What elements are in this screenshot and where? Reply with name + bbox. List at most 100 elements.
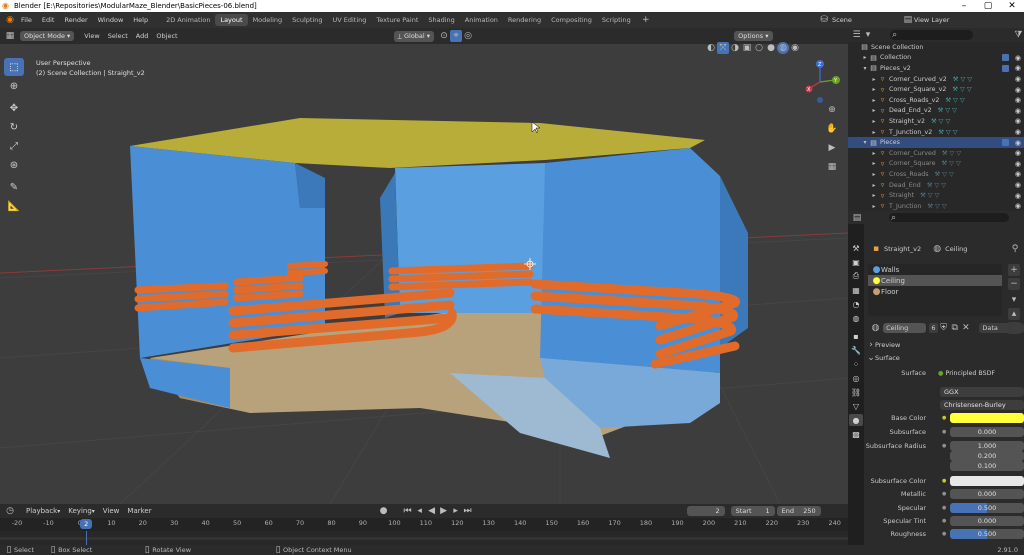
xray-icon[interactable]: ▣ — [741, 42, 753, 54]
snap-icon[interactable]: ⌖ — [450, 30, 463, 42]
outliner-row[interactable]: ▸ ▿ Straight_v2 ⚒ ▽ ▽ ◉ — [848, 116, 1024, 127]
exclude-checkbox[interactable] — [1002, 64, 1009, 72]
scene-name[interactable]: Scene — [832, 16, 852, 24]
disclosure-arrow-icon[interactable]: ▸ — [870, 96, 878, 104]
material-slot[interactable]: ● Walls — [868, 264, 1002, 275]
particles-tab-icon[interactable]: ⁘ — [849, 358, 863, 370]
numeric-field[interactable]: 0.500 — [950, 503, 1024, 513]
properties-editor-icon[interactable]: ▤ — [851, 212, 863, 224]
maximize-button[interactable]: ▢ — [976, 0, 1000, 12]
disclosure-arrow-icon[interactable]: ▸ — [861, 54, 869, 62]
subsurface-method-dropdown[interactable]: Christensen-Burley — [940, 400, 1024, 410]
end-frame-field[interactable]: End 250 — [776, 506, 821, 516]
render-tab-icon[interactable]: ▣ — [849, 256, 863, 268]
visibility-icon[interactable]: ◐ — [705, 42, 717, 54]
outliner-row[interactable]: ▸ ▿ T_Junction ⚒ ▽ ▽ ◉ — [848, 201, 1024, 212]
timeline-editor-icon[interactable]: ◷ — [4, 505, 16, 517]
workspace-tab[interactable]: Texture Paint — [371, 14, 423, 26]
visibility-eye-icon[interactable]: ◉ — [1015, 64, 1021, 72]
prev-keyframe-icon[interactable]: ◂ — [414, 505, 426, 517]
outliner-row[interactable]: ▸ ▿ Corner_Square ⚒ ▽ ▽ ◉ — [848, 159, 1024, 170]
outliner-row[interactable]: ▸ ▿ Corner_Square_v2 ⚒ ▽ ▽ ◉ — [848, 84, 1024, 95]
workspace-tab-active[interactable]: Layout — [215, 14, 248, 26]
playhead-frame-indicator[interactable]: 2 — [80, 519, 93, 529]
viewport-menu-object[interactable]: Object — [152, 32, 181, 40]
workspace-add-icon[interactable]: + — [640, 14, 652, 26]
workspace-tab[interactable]: Rendering — [503, 14, 546, 26]
menu-edit[interactable]: Edit — [37, 16, 60, 24]
visibility-eye-icon[interactable]: ◉ — [1015, 139, 1021, 147]
disclosure-arrow-icon[interactable]: ▸ — [870, 75, 878, 83]
numeric-field[interactable]: 0.000 — [950, 427, 1024, 437]
outliner-search-input[interactable]: ⌕ — [889, 30, 973, 40]
surface-panel-header[interactable]: ⌄ Surface — [864, 352, 1024, 364]
input-socket-icon[interactable]: ● — [942, 505, 946, 511]
menu-help[interactable]: Help — [128, 16, 153, 24]
exclude-checkbox[interactable] — [1002, 139, 1009, 147]
visibility-eye-icon[interactable]: ◉ — [1015, 181, 1021, 189]
material-shading-icon[interactable]: ◍ — [777, 42, 789, 54]
workspace-tab[interactable]: Animation — [460, 14, 503, 26]
outliner-row[interactable]: ▸ ▿ Dead_End_v2 ⚒ ▽ ▽ ◉ — [848, 106, 1024, 117]
rotate-tool-icon[interactable]: ↻ — [4, 118, 24, 136]
tool-tab-icon[interactable]: ⚒ — [849, 242, 863, 254]
fake-user-shield-icon[interactable]: ⛨ — [938, 322, 949, 334]
disclosure-arrow-icon[interactable]: ▸ — [870, 128, 878, 136]
visibility-eye-icon[interactable]: ◉ — [1015, 117, 1021, 125]
material-slot-active[interactable]: ● Ceiling — [868, 275, 1002, 286]
timeline-menu-marker[interactable]: Marker — [127, 507, 151, 515]
material-users-count[interactable]: 6 — [928, 323, 939, 333]
editor-type-icon[interactable]: ▦ — [4, 30, 16, 42]
numeric-field[interactable]: 0.500 — [950, 529, 1024, 539]
visibility-eye-icon[interactable]: ◉ — [1015, 75, 1021, 83]
visibility-eye-icon[interactable]: ◉ — [1015, 160, 1021, 168]
workspace-tab[interactable]: 2D Animation — [161, 14, 215, 26]
move-up-icon[interactable]: ▴ — [1008, 308, 1020, 320]
link-dropdown[interactable]: Data — [979, 323, 1024, 333]
scale-tool-icon[interactable]: ⤢ — [4, 137, 24, 155]
surface-shader-field[interactable]: ● Principled BSDF — [938, 370, 995, 377]
current-frame-field[interactable]: 2 — [686, 506, 725, 516]
next-keyframe-icon[interactable]: ▸ — [450, 505, 462, 517]
viewport-menu-view[interactable]: View — [80, 32, 103, 40]
disclosure-arrow-icon[interactable]: ▸ — [870, 181, 878, 189]
view-layer-name[interactable]: View Layer — [914, 16, 950, 24]
visibility-eye-icon[interactable]: ◉ — [1015, 149, 1021, 157]
move-tool-icon[interactable]: ✥ — [4, 99, 24, 117]
cursor-tool-icon[interactable]: ⊕ — [4, 77, 24, 95]
visibility-eye-icon[interactable]: ◉ — [1015, 54, 1021, 62]
material-slot[interactable]: ● Floor — [868, 286, 1002, 297]
menu-render[interactable]: Render — [59, 16, 92, 24]
close-button[interactable]: ✕ — [1000, 0, 1024, 12]
outliner-row[interactable]: ▸ ▿ Corner_Curved_v2 ⚒ ▽ ▽ ◉ — [848, 74, 1024, 85]
output-tab-icon[interactable]: ⎙ — [849, 270, 863, 282]
workspace-tab[interactable]: Compositing — [546, 14, 597, 26]
disclosure-arrow-icon[interactable]: ▸ — [870, 107, 878, 115]
duplicate-material-icon[interactable]: ⧉ — [949, 322, 960, 334]
visibility-eye-icon[interactable]: ◉ — [1015, 170, 1021, 178]
timeline-ruler[interactable]: -20-100102030405060708090100110120130140… — [0, 518, 848, 531]
outliner-row[interactable]: ▸ ▿ Cross_Roads_v2 ⚒ ▽ ▽ ◉ — [848, 95, 1024, 106]
3d-viewport[interactable]: ▦ Object Mode ▾ View Select Add Object ⟂… — [0, 28, 848, 504]
perspective-grid-icon[interactable]: ▦ — [826, 161, 838, 173]
material-browse-icon[interactable]: ◍ — [870, 322, 881, 334]
overlay-icon[interactable]: ◑ — [729, 42, 741, 54]
options-dropdown[interactable]: Options ▾ — [734, 31, 773, 41]
disclosure-arrow-icon[interactable]: ▸ — [870, 117, 878, 125]
outliner-row[interactable]: ▸ ▿ Cross_Roads ⚒ ▽ ▽ ◉ — [848, 169, 1024, 180]
viewport-menu-select[interactable]: Select — [104, 32, 132, 40]
play-icon[interactable]: ▶ — [438, 505, 450, 517]
workspace-tab[interactable]: Sculpting — [287, 14, 327, 26]
minimize-button[interactable]: – — [952, 0, 976, 12]
record-icon[interactable]: ● — [378, 505, 390, 517]
numeric-field[interactable]: 0.000 — [950, 516, 1024, 526]
filter-icon[interactable]: ▾ — [862, 29, 873, 41]
menu-file[interactable]: File — [16, 16, 37, 24]
gizmo-toggle-icon[interactable]: ⤧ — [717, 42, 729, 54]
transform-tool-icon[interactable]: ⊛ — [4, 156, 24, 174]
jump-start-icon[interactable]: ⏮ — [402, 505, 414, 517]
transform-orientation-dropdown[interactable]: ⟂ Global ▾ — [393, 30, 435, 42]
wireframe-shading-icon[interactable]: ○ — [753, 42, 765, 54]
camera-icon[interactable]: ▶ — [826, 142, 838, 154]
add-slot-icon[interactable]: + — [1008, 264, 1020, 276]
